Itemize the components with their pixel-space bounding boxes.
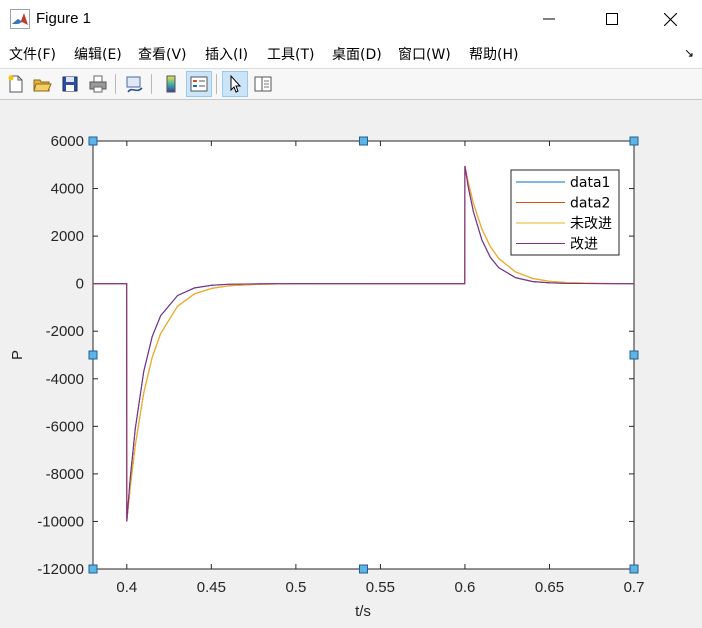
dock-arrow-icon[interactable]: ↘ bbox=[684, 46, 694, 60]
title-bar: Figure 1 bbox=[0, 0, 702, 38]
selection-handle[interactable] bbox=[88, 350, 98, 360]
x-tick-label: 0.45 bbox=[197, 579, 226, 596]
figure-canvas: 0.4 0.45 0.5 0.55 0.6 0.65 0.7 -12000 -10000 -800… bbox=[0, 100, 702, 628]
property-inspector-icon bbox=[254, 76, 272, 92]
open-file-icon bbox=[33, 79, 52, 92]
new-figure-button[interactable] bbox=[3, 71, 29, 97]
minimize-icon bbox=[543, 18, 555, 20]
y-tick-label: -6000 bbox=[46, 418, 84, 435]
y-tick-label: -12000 bbox=[37, 561, 84, 578]
x-tick-label: 0.5 bbox=[285, 579, 306, 596]
x-tick-label: 0.7 bbox=[624, 579, 645, 596]
x-tick-label: 0.55 bbox=[366, 579, 395, 596]
property-inspector-button[interactable] bbox=[250, 71, 276, 97]
open-file-button[interactable] bbox=[29, 71, 55, 97]
selection-handle[interactable] bbox=[88, 136, 98, 146]
new-figure-icon bbox=[8, 75, 23, 93]
y-tick-label: -2000 bbox=[46, 323, 84, 340]
y-tick-label: -10000 bbox=[37, 513, 84, 530]
menu-bar: 文件(F) 编辑(E) 查看(V) 插入(I) 工具(T) 桌面(D) 窗口(W… bbox=[0, 38, 702, 69]
maximize-icon bbox=[606, 13, 618, 25]
close-icon bbox=[663, 12, 677, 26]
window-title: Figure 1 bbox=[36, 10, 92, 27]
legend-label: data2 bbox=[570, 196, 610, 212]
y-tick-label: 2000 bbox=[51, 228, 84, 245]
close-button[interactable] bbox=[647, 0, 693, 38]
y-tick-label: -4000 bbox=[46, 371, 84, 388]
y-tick-label: 4000 bbox=[51, 181, 84, 198]
menu-help[interactable]: 帮助(H) bbox=[469, 44, 518, 64]
save-icon bbox=[62, 76, 78, 92]
maximize-button[interactable] bbox=[589, 0, 635, 38]
menu-file[interactable]: 文件(F) bbox=[9, 44, 56, 64]
y-tick-label: 0 bbox=[76, 276, 84, 293]
x-axis-label: t/s bbox=[355, 603, 371, 620]
y-tick-label: 6000 bbox=[51, 133, 84, 150]
print-button[interactable] bbox=[85, 71, 111, 97]
insert-legend-icon bbox=[190, 76, 208, 92]
edit-plot-arrow-icon bbox=[230, 74, 242, 93]
legend-label: 未改进 bbox=[570, 216, 612, 232]
toolbar-separator bbox=[115, 74, 116, 94]
selection-handle[interactable] bbox=[88, 564, 98, 574]
selection-handle[interactable] bbox=[629, 564, 639, 574]
y-axis-label: P bbox=[9, 350, 26, 360]
selection-handle[interactable] bbox=[359, 136, 368, 146]
selection-handle[interactable] bbox=[629, 350, 639, 360]
link-plot-button[interactable] bbox=[121, 71, 147, 97]
x-tick-label: 0.65 bbox=[535, 579, 564, 596]
x-tick-label: 0.4 bbox=[116, 579, 137, 596]
menu-window[interactable]: 窗口(W) bbox=[398, 44, 451, 64]
selection-handle[interactable] bbox=[629, 136, 639, 146]
menu-insert[interactable]: 插入(I) bbox=[205, 44, 248, 64]
menu-edit[interactable]: 编辑(E) bbox=[74, 44, 122, 64]
toolbar-separator bbox=[216, 74, 217, 94]
matlab-logo-icon bbox=[10, 9, 30, 29]
link-plot-icon bbox=[126, 76, 143, 93]
save-button[interactable] bbox=[57, 71, 83, 97]
menu-view[interactable]: 查看(V) bbox=[138, 44, 187, 64]
print-icon bbox=[89, 75, 107, 93]
legend-label: 改进 bbox=[570, 237, 598, 253]
figure-toolbar bbox=[0, 69, 702, 100]
toolbar-separator bbox=[151, 74, 152, 94]
y-tick-label: -8000 bbox=[46, 466, 84, 483]
legend-label: data1 bbox=[570, 175, 610, 191]
menu-tools[interactable]: 工具(T) bbox=[267, 44, 314, 64]
edit-plot-button[interactable] bbox=[222, 71, 248, 97]
minimize-button[interactable] bbox=[526, 0, 572, 38]
x-tick-label: 0.6 bbox=[455, 579, 476, 596]
menu-desktop[interactable]: 桌面(D) bbox=[332, 44, 382, 64]
insert-legend-button[interactable] bbox=[186, 71, 212, 97]
legend[interactable]: data1 data2 未改进改进 bbox=[510, 169, 620, 256]
selection-handle[interactable] bbox=[359, 564, 368, 574]
insert-colorbar-button[interactable] bbox=[158, 71, 184, 97]
insert-colorbar-icon bbox=[166, 75, 176, 93]
line-chart[interactable]: 0.4 0.45 0.5 0.55 0.6 0.65 0.7 -12000 -10000 -800… bbox=[0, 100, 702, 628]
